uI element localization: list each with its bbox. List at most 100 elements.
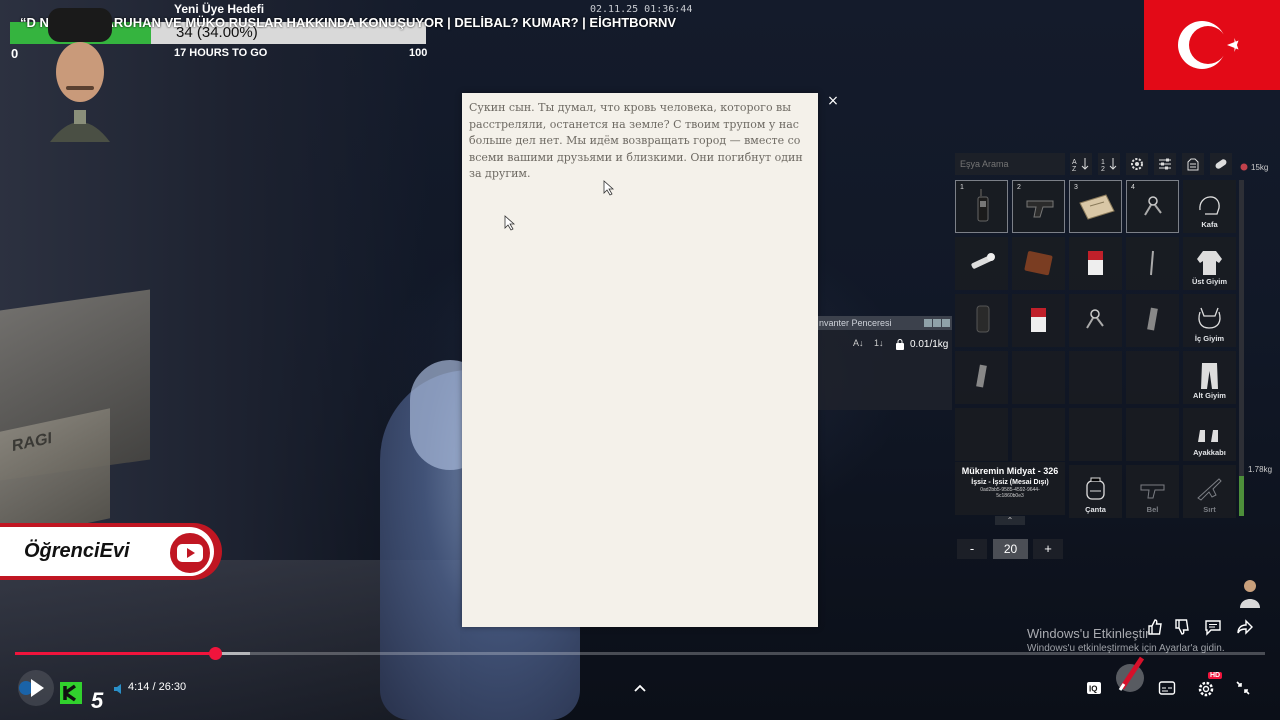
inventory-slot[interactable] xyxy=(1126,294,1179,347)
inventory-slot[interactable] xyxy=(955,351,1008,404)
sort-numeric-button[interactable]: 12 xyxy=(1098,153,1120,175)
subtitles-icon[interactable] xyxy=(1158,680,1176,696)
window-buttons xyxy=(924,319,950,327)
settings-button[interactable] xyxy=(1126,153,1148,175)
portrait-image xyxy=(48,8,112,142)
volume-icon[interactable] xyxy=(112,682,126,696)
inventory-slot[interactable] xyxy=(955,408,1008,461)
inventory-slot[interactable] xyxy=(1012,294,1065,347)
inventory-slot[interactable] xyxy=(1069,408,1122,461)
wallet-icon xyxy=(1024,251,1053,276)
inventory-weight-bar xyxy=(1239,180,1244,516)
inventory-slot[interactable] xyxy=(1126,237,1179,290)
inventory-slot[interactable]: 4 xyxy=(1126,180,1179,233)
clothing-icon xyxy=(1187,158,1199,171)
inventory-slot[interactable] xyxy=(1012,237,1065,290)
exit-fullscreen-icon[interactable] xyxy=(1235,680,1251,696)
flashlight-icon xyxy=(971,253,995,269)
inventory-slot[interactable] xyxy=(955,294,1008,347)
equipment-slot-back[interactable]: Sırt xyxy=(1183,465,1236,518)
note-paper: Сукин сын. Ты думал, что кровь человека,… xyxy=(462,93,818,627)
inventory-slot[interactable] xyxy=(1012,351,1065,404)
pen-logo-icon xyxy=(1116,656,1145,692)
equipment-slot-waist[interactable]: Bel xyxy=(1126,465,1179,518)
equipment-slot-bottom[interactable]: Alt Giyim xyxy=(1183,351,1236,404)
inventory-slot[interactable]: 3 xyxy=(1069,180,1122,233)
radio-icon xyxy=(977,189,989,222)
svg-text:A: A xyxy=(1072,159,1077,166)
inventory-slot[interactable]: 2 xyxy=(1012,180,1065,233)
equipment-label: Çanta xyxy=(1085,505,1106,514)
iq-logo-icon[interactable]: IQ xyxy=(1085,679,1103,697)
subscriber-goal-remaining: 17 HOURS TO GO xyxy=(174,47,268,59)
equipment-label: Sırt xyxy=(1203,505,1216,514)
inventory-slot[interactable] xyxy=(1069,351,1122,404)
chevron-up-icon[interactable] xyxy=(632,681,648,695)
sort-alpha-icon[interactable]: A↓ xyxy=(853,338,864,348)
quantity-decrease-button[interactable]: - xyxy=(957,539,987,559)
clothing-button[interactable] xyxy=(1182,153,1204,175)
svg-text:Z: Z xyxy=(1072,166,1077,172)
seek-bar-handle[interactable] xyxy=(209,647,222,660)
inventory-slot[interactable] xyxy=(1126,351,1179,404)
bandage-button[interactable] xyxy=(1210,153,1232,175)
gear-icon xyxy=(1131,158,1143,170)
inventory-slot[interactable] xyxy=(1012,408,1065,461)
pen-icon xyxy=(1150,250,1154,276)
comment-icon[interactable] xyxy=(1204,618,1222,636)
magazine-icon xyxy=(1147,307,1158,331)
inventory-slot[interactable]: 1 xyxy=(955,180,1008,233)
play-button[interactable] xyxy=(16,668,56,708)
quantity-increase-button[interactable]: + xyxy=(1033,539,1063,559)
time-separator: / xyxy=(149,681,159,693)
dislike-icon[interactable] xyxy=(1173,618,1191,636)
equipment-slot-bag[interactable]: Çanta xyxy=(1069,465,1122,518)
inventory-slot[interactable] xyxy=(1069,237,1122,290)
filter-button[interactable] xyxy=(1154,153,1176,175)
weight-icon xyxy=(1240,163,1248,171)
inventory-slot[interactable] xyxy=(955,237,1008,290)
equipment-label: Bel xyxy=(1146,505,1159,514)
play-icon xyxy=(177,544,203,562)
total-time: 26:30 xyxy=(158,681,187,693)
inventory-weight-fill xyxy=(1239,475,1244,516)
bandage-icon xyxy=(1215,159,1227,169)
weight-icon xyxy=(896,339,904,350)
note-close-button[interactable]: × xyxy=(826,93,840,109)
expand-tab[interactable]: ⌃ xyxy=(995,516,1025,525)
equipment-slot-shoes[interactable]: Ayakkabı xyxy=(1183,408,1236,461)
chevron-up-icon: ⌃ xyxy=(1006,516,1014,525)
pistol-icon xyxy=(1026,200,1054,218)
windows-activation-title: Windows'u Etkinleştir xyxy=(1027,626,1150,641)
keys-icon xyxy=(1086,309,1104,329)
sort-numeric-icon[interactable]: 1↓ xyxy=(874,338,884,348)
subscriber-goal-max: 100 xyxy=(409,47,428,59)
quantity-input[interactable] xyxy=(993,539,1028,559)
sort-alpha-icon: AZ xyxy=(1072,158,1089,172)
minimize-button[interactable] xyxy=(924,319,932,327)
player-info-card: Mükremin Midyat - 326 İşsiz - İşsiz (Mes… xyxy=(955,462,1065,515)
sort-alpha-button[interactable]: AZ xyxy=(1070,153,1092,175)
close-button[interactable] xyxy=(942,319,950,327)
secondary-inventory-window: nvanter Penceresi xyxy=(818,316,952,410)
item-search-input[interactable] xyxy=(955,153,1065,175)
player-job: İşsiz - İşsiz (Mesai Dışı) xyxy=(971,479,1049,486)
badge-number: 5 xyxy=(91,688,104,713)
svg-text:IQ: IQ xyxy=(1089,685,1097,694)
equipment-slot-inner[interactable]: İç Giyim xyxy=(1183,294,1236,347)
share-icon[interactable] xyxy=(1236,618,1254,636)
inventory-slot[interactable] xyxy=(1126,408,1179,461)
equipment-label: Alt Giyim xyxy=(1193,391,1226,400)
equipment-slot-head[interactable]: Kafa xyxy=(1183,180,1236,233)
subscriber-goal-title: Yeni Üye Hedefi xyxy=(174,2,265,16)
subscriber-goal-value: 34 (34.00%) xyxy=(176,24,258,41)
youtube-logo-icon xyxy=(167,530,213,576)
equipment-slot-top[interactable]: Üst Giyim xyxy=(1183,237,1236,290)
timestamp: 02.11.25 01:36:44 xyxy=(590,4,693,15)
inventory-slot[interactable] xyxy=(1069,294,1122,347)
magazine-icon xyxy=(976,364,987,388)
equipment-label: İç Giyim xyxy=(1194,334,1225,343)
note-text: Сукин сын. Ты думал, что кровь человека,… xyxy=(469,101,803,180)
settings-button[interactable]: HD xyxy=(1196,672,1223,698)
maximize-button[interactable] xyxy=(933,319,941,327)
